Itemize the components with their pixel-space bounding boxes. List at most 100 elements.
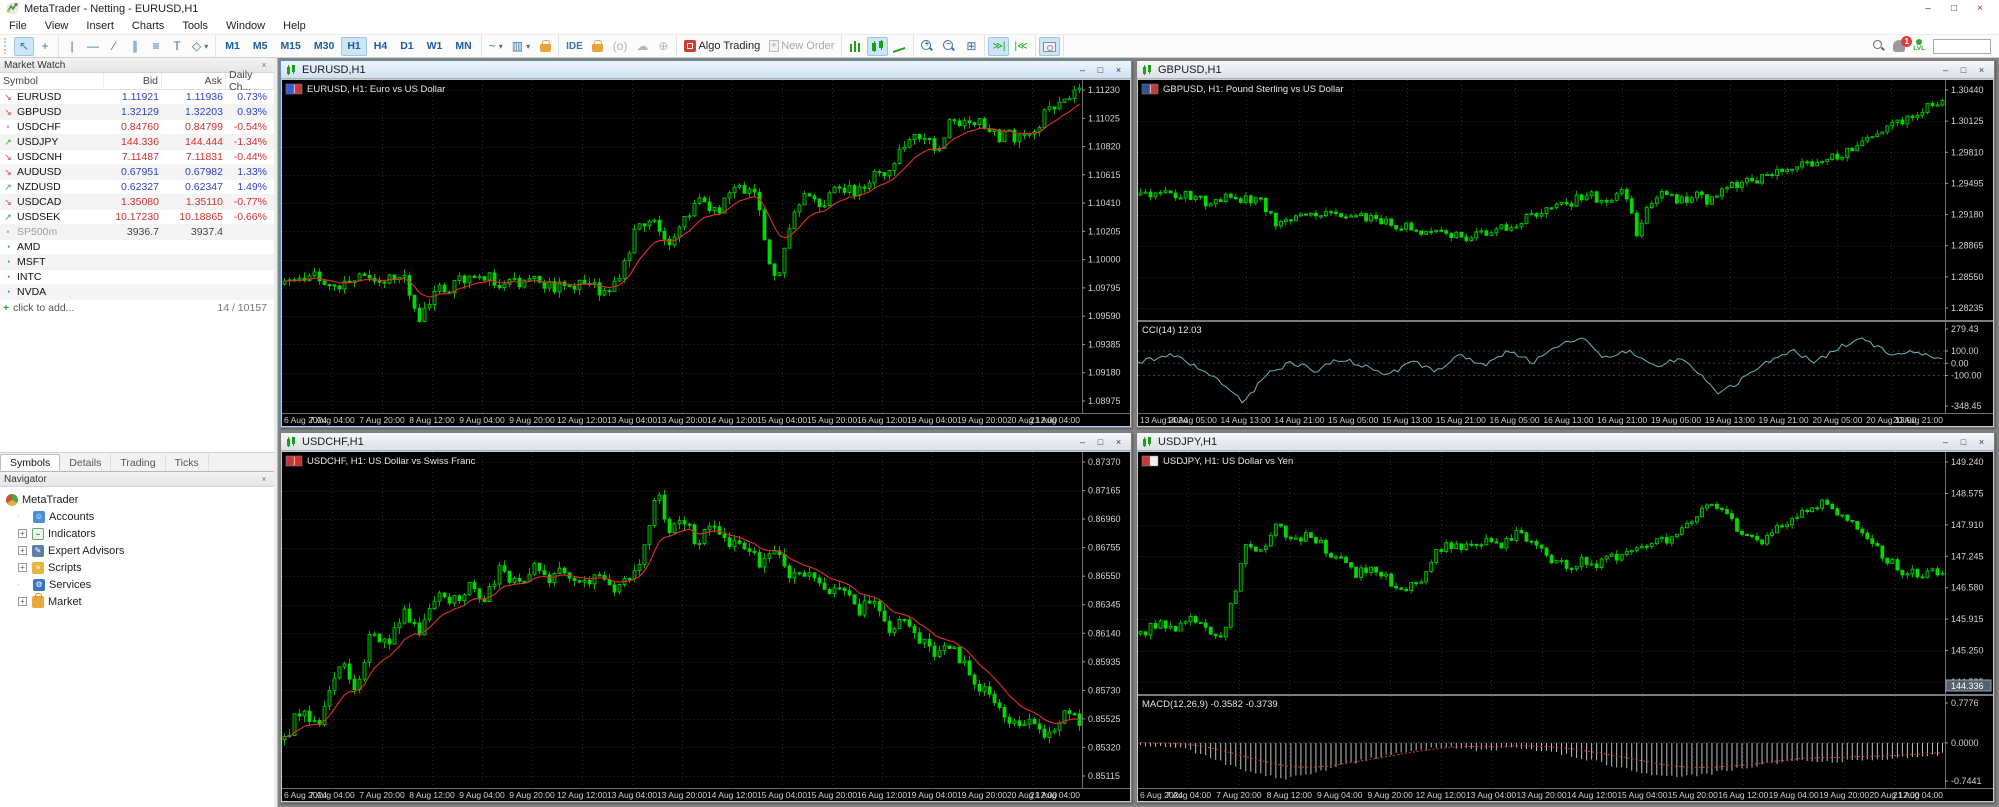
templates-icon[interactable]: [535, 37, 555, 56]
sidebar-item-market[interactable]: + Market: [2, 592, 272, 610]
signals-icon[interactable]: (o): [609, 37, 632, 56]
expand-icon[interactable]: +: [18, 529, 27, 538]
symbol-cell[interactable]: • USDCHF: [0, 121, 104, 133]
chart-window-gbpusd[interactable]: GBPUSD,H1 – □ × 1.30440 1.30125 1.29810 1.294…: [1136, 60, 1995, 428]
screenshot-icon[interactable]: [1038, 36, 1060, 56]
market-watch-column-headers[interactable]: Symbol Bid Ask Daily Ch...: [0, 69, 274, 93]
table-row-msft[interactable]: ◔ MSFT: [0, 255, 274, 270]
menu-view[interactable]: View: [36, 19, 78, 33]
symbol-cell[interactable]: ↘ USDCAD: [0, 196, 104, 208]
tile-windows-icon[interactable]: ⊞: [961, 37, 981, 56]
close-button[interactable]: ×: [1111, 435, 1126, 448]
table-row-gbpusd[interactable]: ↘ GBPUSD 1.32129 1.32203 0.93%: [0, 105, 274, 120]
sidebar-item-accounts[interactable]: ☺ Accounts: [2, 508, 272, 525]
cursor-icon[interactable]: ↖: [14, 36, 34, 56]
minimize-button[interactable]: –: [1938, 63, 1953, 76]
equidistant-channel-icon[interactable]: ≡: [146, 37, 166, 56]
shapes-icon[interactable]: ◇ ▾: [188, 37, 212, 56]
add-symbol-label[interactable]: click to add...: [13, 302, 74, 314]
chart-window-titlebar[interactable]: EURUSD,H1 – □ ×: [281, 61, 1131, 79]
table-row-amd[interactable]: ◔ AMD: [0, 240, 274, 255]
table-row-audusd[interactable]: ↘ AUDUSD 0.67951 0.67982 1.33%: [0, 165, 274, 180]
shift-chart-end-icon[interactable]: ≫|: [988, 36, 1010, 56]
maximize-button[interactable]: □: [1093, 435, 1108, 448]
tab-symbols[interactable]: Symbols: [0, 454, 61, 471]
menu-window[interactable]: Window: [217, 19, 274, 33]
table-row-sp500m[interactable]: • SP500m 3936.7 3937.4: [0, 225, 274, 240]
tab-details[interactable]: Details: [60, 454, 112, 471]
table-row-usdcad[interactable]: ↘ USDCAD 1.35080 1.35110 -0.77%: [0, 195, 274, 210]
price-chart-usdchf[interactable]: 0.87370 0.87165 0.86960 0.86755 0.86550 0.863…: [282, 452, 1130, 801]
timeframe-h1[interactable]: H1: [341, 36, 367, 56]
symbol-cell[interactable]: ↘ GBPUSD: [0, 106, 104, 118]
col-ask[interactable]: Ask: [162, 73, 226, 89]
text-tool-icon[interactable]: T: [167, 37, 187, 56]
chart-window-eurusd[interactable]: EURUSD,H1 – □ × 1.11230 1.11025 1.10820 1.106…: [280, 60, 1132, 428]
timeframe-mn[interactable]: MN: [449, 37, 477, 56]
sidebar-item-indicators[interactable]: + ~ Indicators: [2, 525, 272, 542]
tab-ticks[interactable]: Ticks: [166, 454, 209, 471]
table-row-usdsek[interactable]: ↗ USDSEK 10.17230 10.18865 -0.66%: [0, 210, 274, 225]
symbol-cell[interactable]: ↘ EURUSD: [0, 91, 104, 103]
horizontal-line-icon[interactable]: —: [83, 37, 103, 56]
chart-window-titlebar[interactable]: GBPUSD,H1 – □ ×: [1137, 61, 1994, 79]
symbol-cell[interactable]: • SP500m: [0, 226, 104, 238]
table-row-nvda[interactable]: ◔ NVDA: [0, 285, 274, 300]
timeframe-h4[interactable]: H4: [368, 37, 393, 56]
col-symbol[interactable]: Symbol: [0, 73, 104, 89]
menu-tools[interactable]: Tools: [173, 19, 217, 33]
navigator-header[interactable]: Navigator ×: [0, 472, 274, 487]
table-row-intc[interactable]: ◔ INTC: [0, 270, 274, 285]
table-row-usdchf[interactable]: • USDCHF 0.84760 0.84799 -0.54%: [0, 120, 274, 135]
trendline-icon[interactable]: ∕: [104, 37, 124, 56]
zoom-out-icon[interactable]: –: [939, 37, 960, 56]
table-row-nzdusd[interactable]: ↗ NZDUSD 0.62327 0.62347 1.49%: [0, 180, 274, 195]
timeframe-m1[interactable]: M1: [219, 37, 246, 56]
close-button[interactable]: ×: [1111, 63, 1126, 76]
cloud-icon[interactable]: ☁: [632, 37, 652, 56]
auto-scroll-icon[interactable]: |≪: [1010, 37, 1031, 56]
bar-chart-icon[interactable]: [845, 37, 866, 56]
expand-icon[interactable]: +: [18, 597, 27, 606]
chart-window-usdjpy[interactable]: USDJPY,H1 – □ × 149.240 148.575 147.910 147.2…: [1136, 432, 1995, 803]
minimize-button[interactable]: –: [1938, 435, 1953, 448]
notifications-icon[interactable]: 1: [1893, 36, 1913, 52]
chart-window-usdchf[interactable]: USDCHF,H1 – □ × 0.87370 0.87165 0.86960 0.867…: [280, 432, 1132, 803]
symbol-cell[interactable]: ↗ USDJPY: [0, 136, 104, 148]
timeframe-d1[interactable]: D1: [394, 37, 419, 56]
zoom-in-icon[interactable]: +: [917, 37, 938, 56]
table-row-usdcnh[interactable]: ↘ USDCNH 7.11487 7.11831 -0.44%: [0, 150, 274, 165]
menu-file[interactable]: File: [0, 19, 36, 33]
toolbar-search-input[interactable]: [1933, 38, 1991, 54]
new-order-button[interactable]: New Order: [765, 37, 838, 56]
minimize-button[interactable]: –: [1915, 3, 1941, 14]
minimize-button[interactable]: –: [1075, 435, 1090, 448]
add-symbol-row[interactable]: + click to add... 14 / 10157: [0, 300, 274, 316]
sidebar-item-services[interactable]: ⚙ Services: [2, 576, 272, 593]
tab-trading[interactable]: Trading: [111, 454, 166, 471]
line-chart-icon[interactable]: [889, 37, 910, 56]
symbol-cell[interactable]: ↗ USDSEK: [0, 211, 104, 223]
maximize-button[interactable]: □: [1093, 63, 1108, 76]
chart-objects-icon[interactable]: ▥ ▾: [508, 37, 534, 56]
maximize-button[interactable]: □: [1956, 63, 1971, 76]
price-chart-usdjpy[interactable]: 149.240 148.575 147.910 147.245 146.580 145.9…: [1138, 452, 1993, 801]
symbol-cell[interactable]: ◔ AMD: [0, 241, 104, 253]
candlestick-chart-icon[interactable]: [867, 36, 889, 56]
sidebar-item-expert-advisors[interactable]: + ✎ Expert Advisors: [2, 542, 272, 559]
chart-window-titlebar[interactable]: USDJPY,H1 – □ ×: [1137, 433, 1994, 451]
maximize-button[interactable]: □: [1956, 435, 1971, 448]
search-icon[interactable]: [1873, 40, 1885, 52]
symbol-cell[interactable]: ↗ NZDUSD: [0, 181, 104, 193]
symbol-cell[interactable]: ◔ NVDA: [0, 286, 104, 298]
price-chart-eurusd[interactable]: 1.11230 1.11025 1.10820 1.10615 1.10410 1.102…: [282, 80, 1130, 426]
symbol-cell[interactable]: ↘ AUDUSD: [0, 166, 104, 178]
tree-root-metatrader[interactable]: MetaTrader: [2, 491, 272, 508]
close-button[interactable]: ×: [1974, 63, 1989, 76]
close-icon[interactable]: ×: [258, 474, 270, 484]
close-button[interactable]: ×: [1967, 3, 1993, 14]
ide-button[interactable]: IDE: [562, 37, 587, 56]
expand-icon[interactable]: +: [18, 563, 27, 572]
algo-trading-button[interactable]: Algo Trading: [680, 37, 764, 56]
timeframe-w1[interactable]: W1: [421, 37, 449, 56]
